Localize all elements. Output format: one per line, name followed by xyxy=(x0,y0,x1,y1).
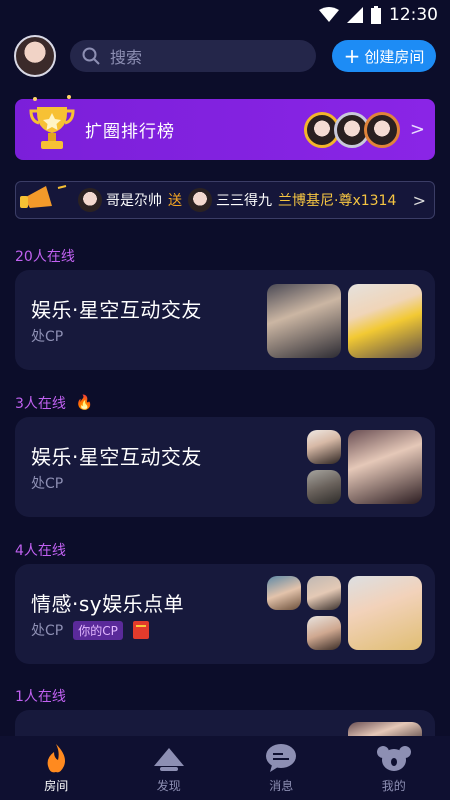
rank-avatar-3 xyxy=(363,111,400,148)
create-room-button[interactable]: + 创建房间 xyxy=(332,40,436,72)
room-subtitle: 处CP xyxy=(31,329,64,345)
rank-banner[interactable]: 扩圈排行榜 > xyxy=(15,95,435,160)
rank-banner-title: 扩圈排行榜 xyxy=(85,122,175,142)
tab-discover[interactable]: 发现 xyxy=(129,743,209,794)
tab-label: 消息 xyxy=(269,778,294,793)
room-subtitle: 处CP 你的CP xyxy=(31,620,149,640)
room-photo xyxy=(307,430,341,464)
signal-icon xyxy=(347,7,363,23)
room-photo xyxy=(267,284,341,358)
flame-icon xyxy=(39,743,73,773)
search-input[interactable]: 搜索 xyxy=(70,40,316,72)
tab-label: 我的 xyxy=(381,778,406,793)
gift-receiver: 三三得九 xyxy=(216,193,272,209)
status-bar: 12:30 xyxy=(0,0,450,30)
search-icon xyxy=(82,47,100,65)
tab-profile[interactable]: 我的 xyxy=(354,743,434,794)
gift-sender: 哥是尕帅 xyxy=(106,193,162,209)
cp-tag: 你的CP xyxy=(73,620,123,640)
chat-bubble-icon xyxy=(264,743,298,773)
tab-rooms[interactable]: 房间 xyxy=(16,743,96,794)
room-card[interactable]: 娱乐·星空互动交友 处CP xyxy=(15,270,435,370)
wifi-icon xyxy=(319,7,339,22)
room-photo xyxy=(307,576,341,610)
room-title: 情感·sy娱乐点单 xyxy=(31,592,185,616)
online-count: 4人在线 xyxy=(15,543,66,559)
online-count: 3人在线 🔥 xyxy=(15,395,94,412)
top-header: 搜索 + 创建房间 xyxy=(14,34,436,78)
room-title: 娱乐·星空互动交友 xyxy=(31,445,202,469)
gift-broadcast-bar[interactable]: 哥是尕帅 送 三三得九 兰博基尼·尊x1314 > xyxy=(15,181,435,219)
mountain-icon xyxy=(152,743,186,773)
search-placeholder: 搜索 xyxy=(110,48,143,67)
room-card[interactable]: 情感·sy娱乐点单 处CP 你的CP xyxy=(15,564,435,664)
battery-icon xyxy=(371,6,381,24)
receiver-avatar xyxy=(188,188,212,212)
room-photo xyxy=(348,576,422,650)
online-count: 1人在线 xyxy=(15,689,66,705)
status-time: 12:30 xyxy=(389,5,438,25)
create-room-label: 创建房间 xyxy=(364,47,425,66)
room-card[interactable]: 娱乐·星空互动交友 处CP xyxy=(15,417,435,517)
rank-avatars xyxy=(303,111,400,148)
gift-action: 送 xyxy=(168,193,182,209)
room-photo xyxy=(348,430,422,504)
flag-icon xyxy=(132,621,149,639)
chevron-right-icon: > xyxy=(412,190,426,210)
bottom-tab-bar: 房间 发现 消息 我的 xyxy=(0,736,450,800)
plus-icon: + xyxy=(343,44,361,68)
koala-icon xyxy=(376,743,411,773)
room-photo xyxy=(307,616,341,650)
tab-messages[interactable]: 消息 xyxy=(241,743,321,794)
room-photo xyxy=(307,470,341,504)
room-photo xyxy=(348,284,422,358)
avatar[interactable] xyxy=(14,35,56,77)
fire-icon: 🔥 xyxy=(75,395,94,411)
tab-label: 发现 xyxy=(156,778,181,793)
room-photo xyxy=(267,576,301,610)
megaphone-icon xyxy=(20,185,67,208)
room-subtitle: 处CP xyxy=(31,476,64,492)
tab-label: 房间 xyxy=(44,778,69,793)
chevron-right-icon: > xyxy=(409,119,425,140)
gift-item: 兰博基尼·尊x1314 xyxy=(278,193,397,209)
online-count: 20人在线 xyxy=(15,249,75,265)
trophy-icon xyxy=(29,95,75,149)
room-title: 娱乐·星空互动交友 xyxy=(31,298,202,322)
sender-avatar xyxy=(78,188,102,212)
